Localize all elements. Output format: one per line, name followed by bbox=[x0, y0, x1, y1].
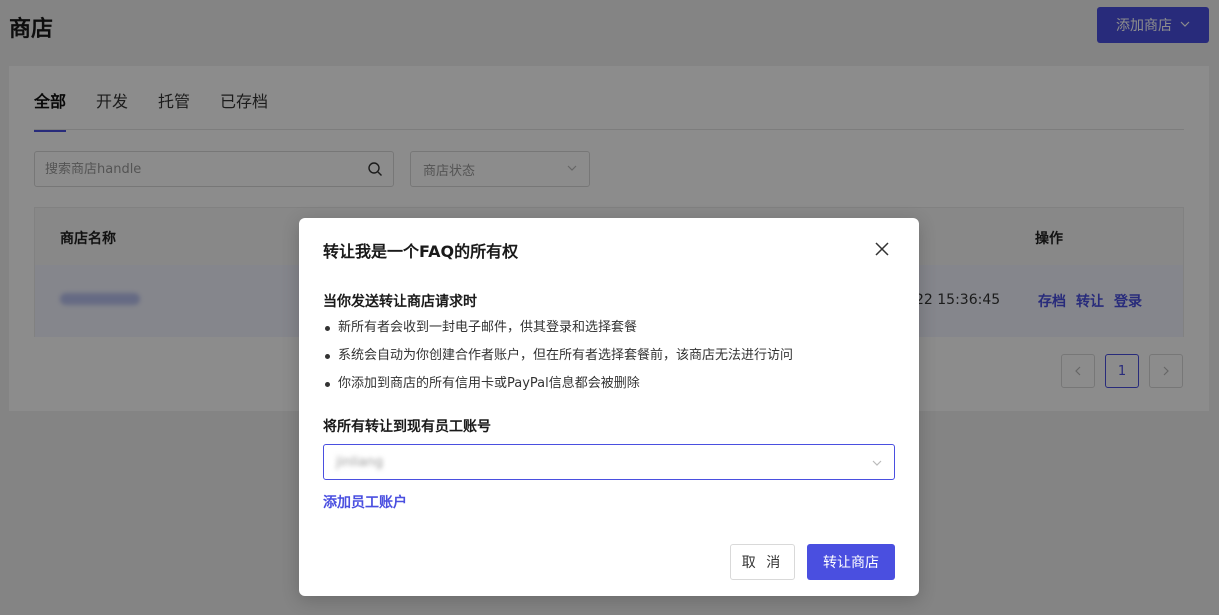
staff-account-value: jinliang bbox=[336, 454, 384, 470]
list-item: 你添加到商店的所有信用卡或PayPal信息都会被删除 bbox=[323, 374, 793, 402]
transfer-ownership-modal: 转让我是一个FAQ的所有权 当你发送转让商店请求时 新所有者会收到一封电子邮件，… bbox=[299, 218, 919, 596]
chevron-down-icon bbox=[872, 453, 882, 472]
staff-account-select[interactable]: jinliang bbox=[323, 444, 895, 480]
close-icon bbox=[875, 242, 889, 256]
request-heading: 当你发送转让商店请求时 bbox=[323, 294, 477, 310]
transfer-store-button[interactable]: 转让商店 bbox=[807, 544, 895, 580]
list-item: 系统会自动为你创建合作者账户，但在所有者选择套餐前，该商店无法进行访问 bbox=[323, 346, 793, 374]
add-staff-account-link[interactable]: 添加员工账户 bbox=[323, 492, 407, 512]
close-button[interactable] bbox=[871, 238, 893, 260]
cancel-button[interactable]: 取 消 bbox=[730, 544, 795, 580]
modal-title: 转让我是一个FAQ的所有权 bbox=[323, 242, 519, 261]
list-item: 新所有者会收到一封电子邮件，供其登录和选择套餐 bbox=[323, 318, 793, 346]
staff-heading: 将所有转让到现有员工账号 bbox=[323, 419, 491, 435]
request-bullets: 新所有者会收到一封电子邮件，供其登录和选择套餐 系统会自动为你创建合作者账户，但… bbox=[323, 318, 793, 402]
